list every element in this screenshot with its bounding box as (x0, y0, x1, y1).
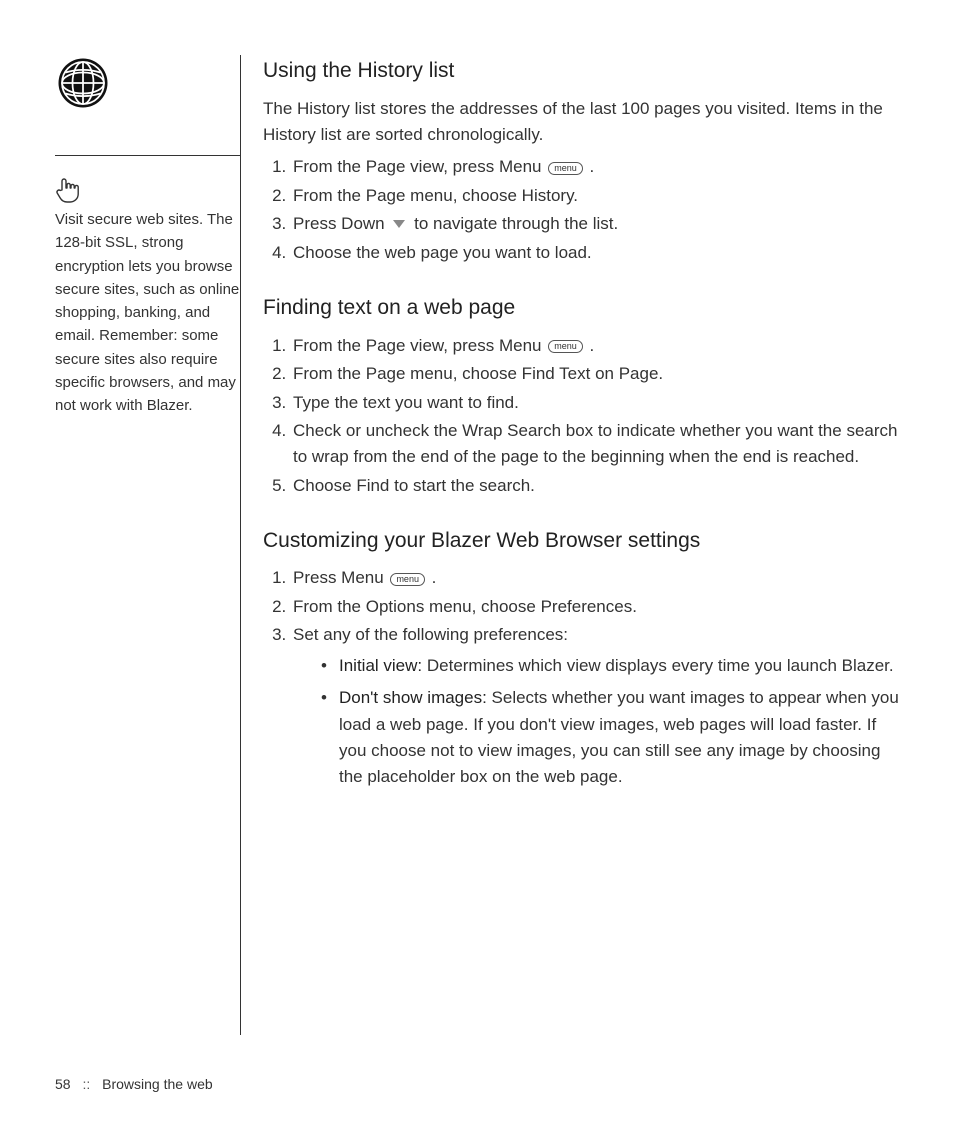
history-intro-text: The History list stores the addresses of… (263, 96, 899, 149)
sidebar-tip-text: Visit secure web sites. The 128-bit SSL,… (55, 208, 240, 417)
list-item: Check or uncheck the Wrap Search box to … (291, 418, 899, 471)
pref-label: Don't show images: (339, 688, 487, 707)
pref-text: Determines which view displays every tim… (422, 656, 893, 675)
list-item: Choose the web page you want to load. (291, 240, 899, 266)
step-text: to navigate through the list. (409, 214, 618, 233)
sidebar: Visit secure web sites. The 128-bit SSL,… (55, 55, 240, 1035)
list-item: From the Page menu, choose History. (291, 183, 899, 209)
settings-steps-list: Press Menu menu . From the Options menu,… (263, 565, 899, 790)
list-item: From the Page menu, choose Find Text on … (291, 361, 899, 387)
list-item: Initial view: Determines which view disp… (321, 653, 899, 679)
step-text: Press Menu (293, 568, 388, 587)
list-item: Choose Find to start the search. (291, 473, 899, 499)
menu-key-icon: menu (390, 566, 425, 592)
sidebar-icon-area (55, 55, 240, 155)
step-text: Set any of the following preferences: (293, 625, 568, 644)
step-text: . (427, 568, 436, 587)
globe-icon (55, 55, 240, 111)
step-text: From the Page view, press Menu (293, 157, 546, 176)
vertical-divider (240, 55, 241, 1035)
main-content: Using the History list The History list … (263, 55, 899, 1035)
list-item: Type the text you want to find. (291, 390, 899, 416)
find-steps-list: From the Page view, press Menu menu . Fr… (263, 333, 899, 499)
step-text: Press Down (293, 214, 389, 233)
hand-pointing-icon (55, 176, 240, 204)
list-item: Don't show images: Selects whether you w… (321, 685, 899, 790)
page-footer: 58 :: Browsing the web (55, 1076, 213, 1092)
menu-key-icon: menu (548, 155, 583, 181)
step-text: . (585, 336, 594, 355)
footer-separator: :: (82, 1076, 90, 1092)
pref-label: Initial view: (339, 656, 422, 675)
chapter-title: Browsing the web (102, 1076, 213, 1092)
page-number: 58 (55, 1076, 71, 1092)
step-text: . (585, 157, 594, 176)
content-columns: Visit secure web sites. The 128-bit SSL,… (55, 55, 899, 1035)
manual-page: Visit secure web sites. The 128-bit SSL,… (0, 0, 954, 1132)
list-item: Set any of the following preferences: In… (291, 622, 899, 790)
section-heading-find: Finding text on a web page (263, 292, 899, 325)
list-item: Press Down to navigate through the list. (291, 211, 899, 237)
section-heading-settings: Customizing your Blazer Web Browser sett… (263, 525, 899, 558)
list-item: From the Page view, press Menu menu . (291, 333, 899, 360)
section-heading-history: Using the History list (263, 55, 899, 88)
list-item: From the Options menu, choose Preference… (291, 594, 899, 620)
step-text: From the Page view, press Menu (293, 336, 546, 355)
menu-key-icon: menu (548, 333, 583, 359)
history-steps-list: From the Page view, press Menu menu . Fr… (263, 154, 899, 266)
preferences-bullets: Initial view: Determines which view disp… (293, 653, 899, 791)
sidebar-divider (55, 155, 240, 156)
down-arrow-icon (393, 220, 405, 228)
list-item: Press Menu menu . (291, 565, 899, 592)
list-item: From the Page view, press Menu menu . (291, 154, 899, 181)
